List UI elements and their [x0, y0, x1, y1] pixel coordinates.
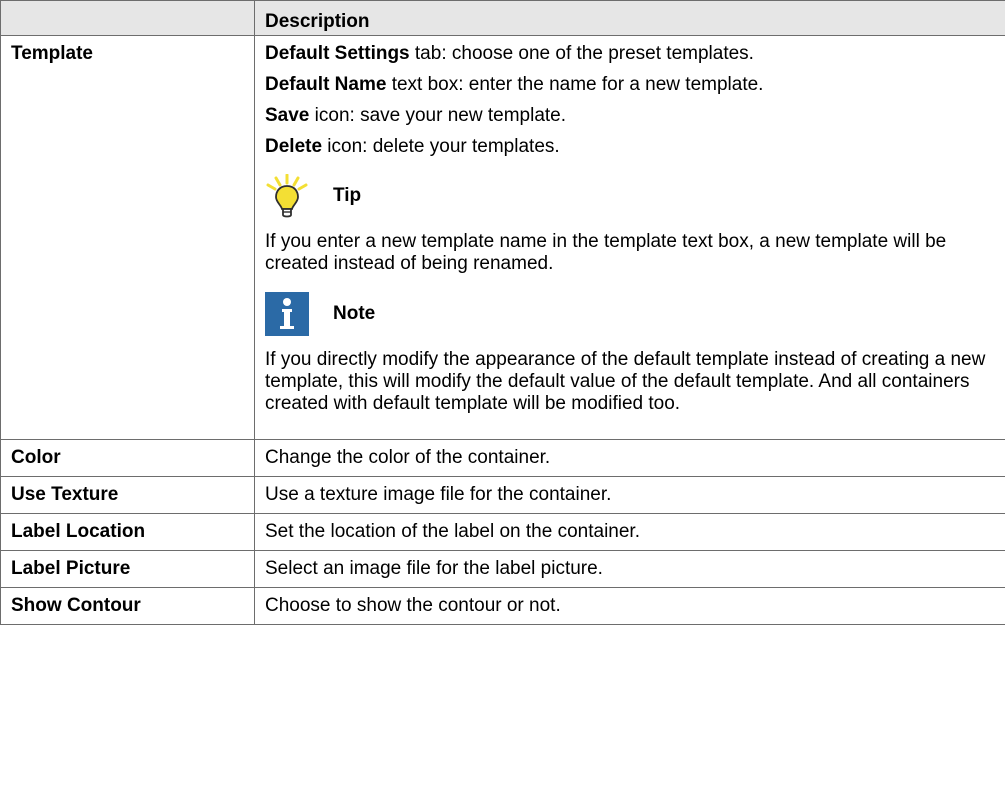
table-row: Label Picture Select an image file for t…	[0, 550, 1005, 588]
row-name: Template	[0, 35, 255, 440]
row-description: Select an image file for the label pictu…	[254, 550, 1005, 588]
row-name: Label Location	[0, 513, 255, 551]
description-line: Save icon: save your new template.	[265, 105, 567, 126]
header-cell-description: Description	[254, 0, 1005, 36]
tip-admonition: Tip	[265, 167, 995, 225]
note-title: Note	[333, 303, 376, 324]
row-name: Use Texture	[0, 476, 255, 514]
tip-title: Tip	[333, 185, 362, 206]
row-description: Choose to show the contour or not.	[254, 587, 1005, 625]
description-line: Delete icon: delete your templates.	[265, 136, 560, 157]
row-description: Change the color of the container.	[254, 439, 1005, 477]
parameter-table: Description Template Default Settings ta…	[0, 0, 1005, 625]
header-cell-name	[0, 0, 255, 36]
tip-text: If you enter a new template name in the …	[265, 231, 947, 274]
row-name: Color	[0, 439, 255, 477]
table-row-template: Template Default Settings tab: choose on…	[0, 35, 1005, 440]
table-row: Use Texture Use a texture image file for…	[0, 476, 1005, 514]
table-row: Show Contour Choose to show the contour …	[0, 587, 1005, 625]
info-icon	[265, 292, 309, 336]
table-header-row: Description	[0, 0, 1005, 36]
description-line: Default Settings tab: choose one of the …	[265, 43, 754, 64]
row-name: Label Picture	[0, 550, 255, 588]
table-row: Label Location Set the location of the l…	[0, 513, 1005, 551]
description-line: Default Name text box: enter the name fo…	[265, 74, 764, 95]
row-name: Show Contour	[0, 587, 255, 625]
row-description: Set the location of the label on the con…	[254, 513, 1005, 551]
table-row: Color Change the color of the container.	[0, 439, 1005, 477]
note-text: If you directly modify the appearance of…	[265, 349, 986, 414]
lightbulb-icon	[266, 174, 308, 218]
note-admonition: Note	[265, 285, 995, 343]
row-description: Use a texture image file for the contain…	[254, 476, 1005, 514]
row-description: Default Settings tab: choose one of the …	[254, 35, 1005, 440]
